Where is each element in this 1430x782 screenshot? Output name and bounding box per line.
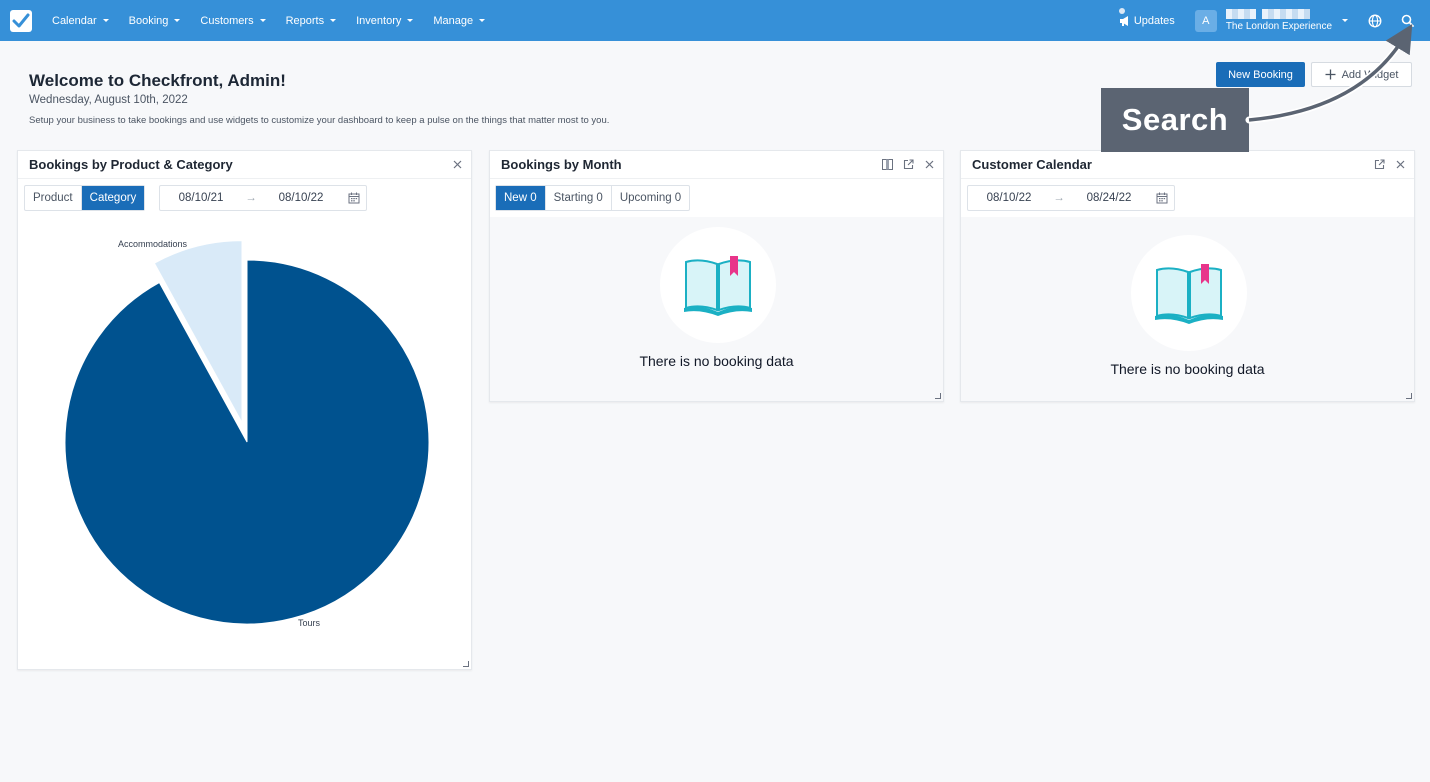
caret-down-icon (259, 19, 266, 22)
add-widget-button[interactable]: Add Widget (1311, 62, 1412, 87)
page-title: Welcome to Checkfront, Admin! (29, 71, 286, 90)
plus-icon (1325, 69, 1336, 80)
new-booking-button[interactable]: New Booking (1216, 62, 1305, 87)
widget-customer-calendar: Customer Calendar 08/10/22 → 08/24/22 Th… (960, 150, 1415, 402)
nav-label: Reports (285, 14, 325, 27)
caret-down-icon (407, 19, 414, 22)
avatar[interactable]: A (1194, 9, 1217, 32)
widget-bookings-by-month: Bookings by Month New 0 Starting 0 Upcom… (489, 150, 944, 402)
columns-icon[interactable] (881, 158, 893, 170)
page-date: Wednesday, August 10th, 2022 (29, 94, 188, 106)
arrow-right-icon: → (245, 192, 257, 204)
close-icon[interactable] (451, 158, 463, 170)
caret-down-icon[interactable] (1342, 19, 1348, 22)
add-widget-label: Add Widget (1341, 68, 1399, 81)
close-icon[interactable] (923, 158, 935, 170)
nav-customers[interactable]: Customers (200, 14, 266, 27)
empty-state-text: There is no booking data (1110, 361, 1265, 377)
nav-calendar[interactable]: Calendar (52, 15, 109, 27)
nav-inventory[interactable]: Inventory (356, 14, 414, 27)
date-range-picker: 08/10/22 → 08/24/22 (967, 185, 1175, 211)
external-link-icon[interactable] (902, 158, 914, 170)
top-nav: Calendar Booking Customers Reports Inven… (0, 0, 1430, 41)
widget-title: Bookings by Month (501, 157, 622, 172)
updates-button[interactable]: Updates (1118, 7, 1175, 27)
product-category-toggle: Product Category (24, 185, 146, 211)
widget-title: Customer Calendar (972, 157, 1092, 172)
notification-dot (1118, 7, 1125, 14)
tab-category[interactable]: Category (81, 186, 145, 210)
widget-header: Bookings by Month (490, 151, 943, 179)
open-book-icon (684, 256, 752, 316)
nav-manage[interactable]: Manage (433, 14, 486, 27)
external-link-icon[interactable] (1373, 158, 1385, 170)
empty-state-circle (1131, 235, 1247, 351)
date-range-picker: 08/10/21 → 08/10/22 (159, 185, 367, 211)
nav-right: Updates A The London Experience (1118, 0, 1430, 41)
search-callout: Search (1101, 88, 1249, 152)
nav-label: Customers (200, 14, 254, 27)
caret-down-icon (479, 19, 486, 22)
arrow-right-icon: → (1053, 192, 1065, 204)
redacted-username (1225, 9, 1332, 19)
nav-label: Booking (128, 14, 169, 27)
widget-tools (1373, 158, 1406, 170)
page-subtitle: Setup your business to take bookings and… (29, 115, 610, 126)
date-to-input[interactable]: 08/10/22 (260, 192, 342, 204)
empty-state: There is no booking data (490, 217, 943, 401)
account-name: The London Experience (1225, 21, 1332, 32)
pie-slice-tours[interactable] (64, 259, 430, 625)
pie-label-tours: Tours (298, 618, 321, 628)
resize-handle[interactable] (935, 393, 941, 399)
tab-product[interactable]: Product (25, 186, 82, 210)
empty-state-circle (660, 227, 776, 343)
calendar-icon[interactable] (342, 192, 366, 204)
caret-down-icon (174, 19, 181, 22)
month-filter-tabs: New 0 Starting 0 Upcoming 0 (495, 185, 691, 211)
nav-reports[interactable]: Reports (286, 15, 337, 27)
caret-down-icon (102, 19, 109, 22)
empty-state: There is no booking data (961, 217, 1414, 401)
pie-label-accommodations: Accommodations (118, 239, 188, 249)
updates-label: Updates (1133, 14, 1175, 27)
date-from-input[interactable]: 08/10/21 (160, 192, 242, 204)
nav-booking[interactable]: Booking (129, 15, 181, 27)
date-to-input[interactable]: 08/24/22 (1068, 192, 1150, 204)
resize-handle[interactable] (1406, 393, 1412, 399)
globe-icon[interactable] (1366, 12, 1384, 30)
open-book-icon (1155, 264, 1223, 324)
nav-label: Manage (433, 14, 474, 27)
nav-label: Calendar (52, 14, 97, 27)
widget-title: Bookings by Product & Category (29, 157, 233, 172)
empty-state-text: There is no booking data (639, 353, 794, 369)
widget-header: Bookings by Product & Category (18, 151, 471, 179)
pie-chart (64, 240, 430, 625)
megaphone-icon (1119, 15, 1128, 26)
widget-product-category: Bookings by Product & Category Product C… (17, 150, 472, 670)
tab-upcoming[interactable]: Upcoming 0 (612, 186, 689, 210)
widget-tools (451, 158, 463, 170)
resize-handle[interactable] (463, 661, 469, 667)
tab-starting[interactable]: Starting 0 (546, 186, 612, 210)
account-switcher[interactable]: The London Experience (1225, 9, 1332, 32)
nav-label: Inventory (356, 14, 402, 27)
caret-down-icon (330, 19, 337, 22)
date-from-input[interactable]: 08/10/22 (968, 192, 1050, 204)
tab-new[interactable]: New 0 (496, 186, 546, 210)
widget-tools (881, 158, 935, 170)
close-icon[interactable] (1394, 158, 1406, 170)
checkfront-logo-icon[interactable] (10, 9, 32, 32)
widget-header: Customer Calendar (961, 151, 1414, 179)
search-icon[interactable] (1398, 12, 1416, 30)
calendar-icon[interactable] (1150, 192, 1174, 204)
